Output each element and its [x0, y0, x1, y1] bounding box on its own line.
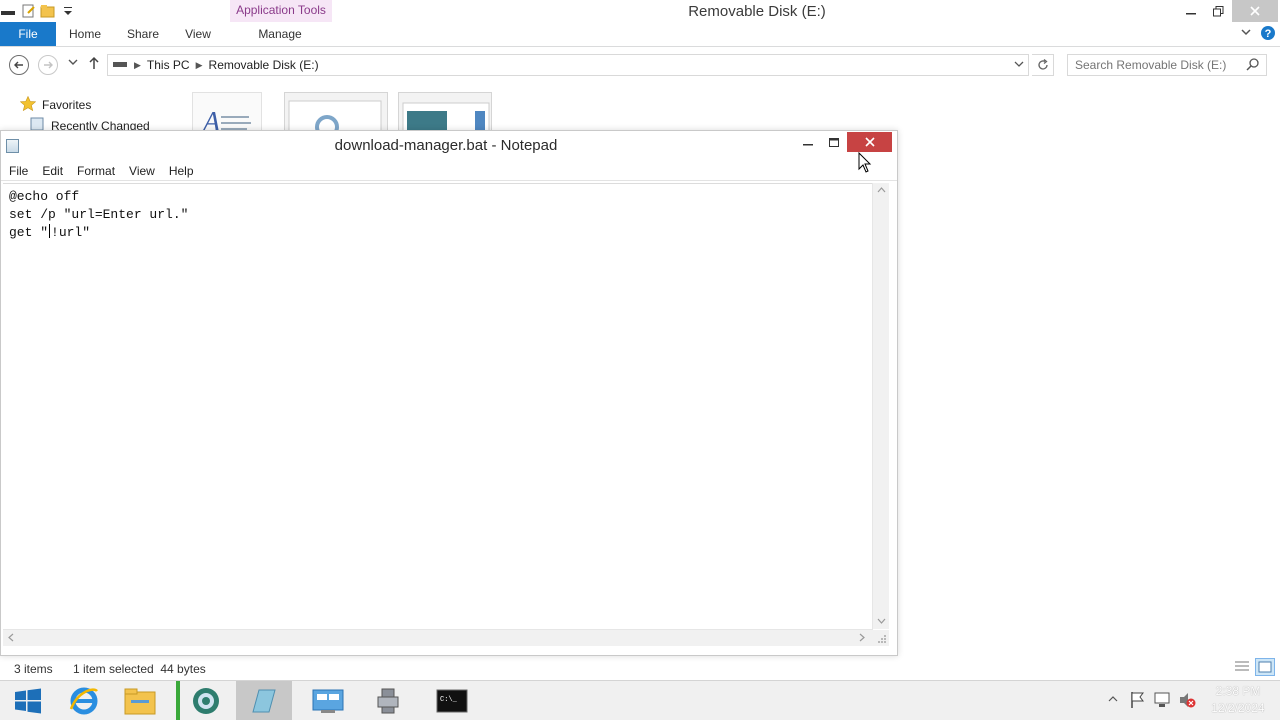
scroll-right-icon[interactable] — [859, 633, 866, 644]
text-line: set /p "url=Enter url." — [9, 207, 189, 222]
text-line: get " !url" — [9, 224, 873, 242]
file-explorer-taskbar-icon[interactable] — [112, 681, 168, 720]
breadcrumb-this-pc[interactable]: This PC — [147, 58, 190, 72]
star-icon — [19, 95, 37, 114]
tab-share[interactable]: Share — [120, 22, 166, 46]
resize-grip-icon[interactable] — [873, 630, 889, 646]
restore-button[interactable] — [1205, 0, 1231, 22]
action-center-flag-icon[interactable] — [1130, 691, 1146, 712]
quick-access-toolbar — [0, 2, 76, 20]
breadcrumb-separator-icon[interactable]: ▶ — [196, 60, 203, 71]
notepad-text-area[interactable]: @echo off set /p "url=Enter url." get " !ur… — [3, 183, 873, 629]
horizontal-scrollbar[interactable] — [3, 629, 873, 646]
forward-button[interactable] — [38, 55, 58, 75]
scroll-left-icon[interactable] — [7, 633, 14, 644]
notepad-menubar: File Edit Format View Help — [1, 161, 897, 181]
clock-time: 2:38 PM — [1215, 684, 1261, 698]
menu-edit[interactable]: Edit — [34, 164, 69, 178]
address-bar[interactable]: ▶ This PC ▶ Removable Disk (E:) — [107, 54, 1029, 76]
back-button[interactable] — [9, 55, 29, 75]
system-clock[interactable]: 2:38 PM 12/2/2024 — [1206, 683, 1270, 717]
customize-qat-icon[interactable] — [60, 3, 76, 19]
nav-favorites[interactable]: Favorites — [19, 95, 92, 114]
windows-powershell-icon[interactable] — [360, 681, 416, 720]
new-folder-icon[interactable] — [40, 3, 56, 19]
tab-view[interactable]: View — [176, 22, 220, 46]
tab-manage[interactable]: Manage — [230, 22, 330, 46]
help-icon[interactable]: ? — [1260, 25, 1276, 44]
svg-text:C:\_: C:\_ — [440, 696, 458, 704]
explorer-titlebar: Application Tools Removable Disk (E:) — [0, 0, 1280, 22]
show-hidden-icons[interactable] — [1108, 693, 1118, 707]
notepad-minimize-button[interactable] — [797, 131, 819, 153]
application-tools-context: Application Tools — [230, 0, 332, 22]
details-view-icon[interactable] — [1234, 660, 1250, 677]
system-menu-icon[interactable] — [0, 3, 16, 19]
start-button[interactable] — [0, 681, 56, 720]
text-caret — [49, 224, 51, 238]
scroll-down-icon[interactable] — [877, 617, 886, 627]
menu-view[interactable]: View — [121, 164, 161, 178]
minimize-button[interactable] — [1178, 0, 1204, 22]
vertical-scrollbar[interactable] — [872, 183, 889, 629]
menu-format[interactable]: Format — [69, 164, 121, 178]
window-title: Removable Disk (E:) — [688, 3, 826, 20]
nav-favorites-label: Favorites — [42, 98, 92, 112]
svg-text:?: ? — [1265, 28, 1272, 40]
address-dropdown-icon[interactable] — [1014, 57, 1024, 74]
ribbon-tabs: File Home Share View Manage ? — [0, 22, 1280, 47]
notepad-titlebar: download-manager.bat - Notepad — [1, 131, 897, 161]
clock-date: 12/2/2024 — [1211, 701, 1265, 715]
search-input[interactable] — [1067, 54, 1267, 76]
taskbar: C:\_ 2:38 PM 12/2/2024 — [0, 680, 1280, 720]
command-prompt-icon[interactable]: C:\_ — [424, 681, 480, 720]
mouse-pointer-icon — [858, 151, 872, 174]
text-segment: get " — [9, 225, 49, 240]
internet-explorer-icon[interactable] — [56, 681, 112, 720]
menu-help[interactable]: Help — [161, 164, 200, 178]
explorer-statusbar: 3 items 1 item selected 44 bytes — [0, 656, 1280, 680]
menu-file[interactable]: File — [1, 164, 34, 178]
drive-icon — [112, 58, 128, 72]
volume-muted-icon[interactable] — [1178, 691, 1196, 712]
notepad-close-button[interactable] — [847, 132, 892, 152]
notepad-title: download-manager.bat - Notepad — [334, 137, 558, 154]
breadcrumb-removable-disk[interactable]: Removable Disk (E:) — [209, 58, 319, 72]
breadcrumb-separator-icon[interactable]: ▶ — [134, 60, 141, 71]
recent-locations-icon[interactable] — [68, 57, 78, 70]
text-line: @echo off — [9, 189, 80, 204]
notepad-maximize-button[interactable] — [823, 133, 845, 153]
notepad-window: download-manager.bat - Notepad File Edit… — [0, 130, 898, 656]
server-manager-icon[interactable] — [300, 681, 356, 720]
item-count: 3 items — [14, 662, 53, 676]
close-button[interactable] — [1232, 0, 1278, 22]
app-taskbar-icon[interactable] — [176, 681, 232, 720]
properties-icon[interactable] — [20, 3, 36, 19]
large-icons-view-icon[interactable] — [1255, 658, 1275, 679]
refresh-button[interactable] — [1032, 54, 1054, 76]
text-segment: !url" — [51, 225, 91, 240]
expand-ribbon-icon[interactable] — [1240, 26, 1252, 41]
selection-info: 1 item selected 44 bytes — [73, 662, 206, 676]
search-icon[interactable] — [1246, 57, 1260, 71]
tab-file[interactable]: File — [0, 22, 56, 46]
scroll-up-icon[interactable] — [877, 185, 886, 195]
network-icon[interactable] — [1153, 691, 1171, 712]
address-row: ▶ This PC ▶ Removable Disk (E:) — [0, 48, 1280, 82]
tab-home[interactable]: Home — [62, 22, 108, 46]
notepad-taskbar-icon[interactable] — [236, 681, 292, 720]
up-button[interactable] — [88, 56, 100, 73]
